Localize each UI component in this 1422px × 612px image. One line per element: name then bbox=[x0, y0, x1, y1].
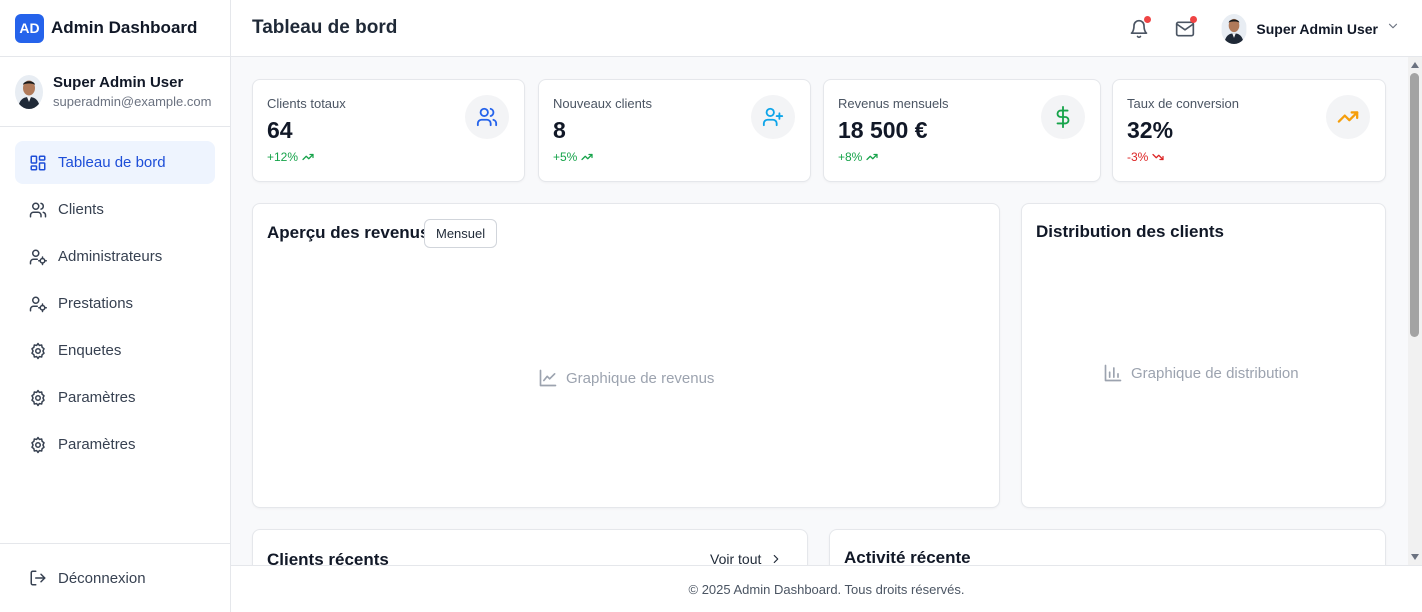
sidebar-item-clients[interactable]: Clients bbox=[15, 188, 215, 231]
top-header: Tableau de bord Super Admin User bbox=[231, 0, 1422, 57]
stat-card-revenue: Revenus mensuels 18 500 € +8% bbox=[823, 79, 1101, 182]
stat-card-new-clients: Nouveaux clients 8 +5% bbox=[538, 79, 811, 182]
mail-icon[interactable] bbox=[1175, 15, 1198, 39]
main-content: Clients totaux 64 +12% Nouveaux clients … bbox=[231, 57, 1408, 565]
stat-label: Nouveaux clients bbox=[553, 96, 652, 111]
header-user-name: Super Admin User bbox=[1256, 20, 1378, 37]
bell-icon[interactable] bbox=[1129, 15, 1152, 39]
gear-icon bbox=[29, 342, 47, 360]
logout-button[interactable]: Déconnexion bbox=[0, 543, 230, 612]
stat-trend: +8% bbox=[838, 150, 878, 164]
user-plus-icon bbox=[751, 95, 795, 139]
brand-logo: AD bbox=[15, 13, 44, 43]
recent-clients-card: Clients récents Voir tout bbox=[252, 529, 808, 565]
stat-value: 8 bbox=[553, 117, 566, 143]
trending-up-icon bbox=[1326, 95, 1370, 139]
profile-name: Super Admin User bbox=[53, 74, 184, 91]
stat-label: Taux de conversion bbox=[1127, 96, 1240, 111]
sidebar-item-label: Clients bbox=[58, 201, 104, 218]
user-cog-icon bbox=[29, 295, 47, 313]
stat-trend: -3% bbox=[1127, 150, 1164, 164]
notification-badge bbox=[1144, 15, 1152, 23]
stat-trend: +12% bbox=[267, 150, 314, 164]
trending-up-icon bbox=[581, 153, 593, 161]
brand-name: Admin Dashboard bbox=[51, 18, 198, 37]
main-scrollbar[interactable] bbox=[1408, 57, 1422, 565]
bar-chart-icon bbox=[1104, 364, 1122, 382]
sidebar-profile: Super Admin User superadmin@example.com bbox=[0, 57, 230, 127]
sidebar-item-parametres-2[interactable]: Paramètres bbox=[15, 423, 215, 466]
sidebar-item-parametres[interactable]: Paramètres bbox=[15, 376, 215, 419]
stat-label: Clients totaux bbox=[267, 96, 346, 111]
trending-down-icon bbox=[1152, 153, 1164, 161]
stat-value: 64 bbox=[267, 117, 293, 143]
stat-value: 32% bbox=[1127, 117, 1174, 143]
message-badge bbox=[1190, 15, 1198, 23]
distribution-chart-placeholder: Graphique de distribution bbox=[1103, 363, 1299, 383]
trending-up-icon bbox=[302, 153, 314, 161]
avatar bbox=[1221, 13, 1247, 44]
gear-icon bbox=[29, 436, 47, 454]
card-title: Distribution des clients bbox=[1036, 222, 1224, 241]
avatar bbox=[15, 74, 43, 109]
sidebar-item-administrateurs[interactable]: Administrateurs bbox=[15, 235, 215, 278]
stat-value: 18 500 € bbox=[838, 117, 928, 143]
sidebar-item-label: Paramètres bbox=[58, 436, 136, 453]
scroll-up-arrow[interactable] bbox=[1411, 62, 1419, 68]
logout-label: Déconnexion bbox=[58, 569, 146, 587]
footer: © 2025 Admin Dashboard. Tous droits rése… bbox=[231, 565, 1422, 612]
logout-icon bbox=[29, 569, 47, 587]
sidebar-item-prestations[interactable]: Prestations bbox=[15, 282, 215, 325]
chevron-right-icon bbox=[774, 554, 779, 564]
dollar-icon bbox=[1041, 95, 1085, 139]
sidebar-item-dashboard[interactable]: Tableau de bord bbox=[15, 141, 215, 184]
sidebar-item-label: Administrateurs bbox=[58, 248, 163, 265]
sidebar-item-label: Enquetes bbox=[58, 342, 122, 359]
stat-trend: +5% bbox=[553, 150, 593, 164]
trending-up-icon bbox=[866, 153, 878, 161]
view-all-link[interactable]: Voir tout bbox=[710, 551, 783, 565]
line-chart-icon bbox=[539, 369, 557, 387]
period-select-button[interactable]: Mensuel bbox=[424, 219, 498, 248]
sidebar-item-label: Paramètres bbox=[58, 389, 136, 406]
user-menu[interactable]: Super Admin User bbox=[1221, 13, 1400, 44]
stat-label: Revenus mensuels bbox=[838, 96, 949, 111]
user-cog-icon bbox=[29, 248, 47, 266]
sidebar-item-label: Tableau de bord bbox=[58, 154, 166, 171]
recent-activity-card: Activité récente bbox=[829, 529, 1386, 565]
card-title: Clients récents bbox=[267, 550, 389, 565]
card-title: Activité récente bbox=[844, 548, 971, 565]
gear-icon bbox=[29, 389, 47, 407]
card-title: Aperçu des revenus bbox=[267, 223, 430, 242]
sidebar: AD Admin Dashboard Super Admin User supe… bbox=[0, 0, 231, 612]
profile-email: superadmin@example.com bbox=[53, 94, 212, 109]
scroll-thumb[interactable] bbox=[1410, 73, 1419, 337]
stat-card-clients: Clients totaux 64 +12% bbox=[252, 79, 525, 182]
scroll-down-arrow[interactable] bbox=[1411, 554, 1419, 560]
client-distribution-card: Distribution des clients Graphique de di… bbox=[1021, 203, 1386, 508]
users-icon bbox=[465, 95, 509, 139]
sidebar-item-enquetes[interactable]: Enquetes bbox=[15, 329, 215, 372]
sidebar-item-label: Prestations bbox=[58, 295, 134, 312]
users-icon bbox=[29, 201, 47, 219]
dashboard-icon bbox=[29, 154, 47, 172]
revenue-chart-placeholder: Graphique de revenus bbox=[538, 368, 714, 388]
sidebar-nav: Tableau de bord Clients Administrateurs … bbox=[0, 127, 230, 466]
revenue-overview-card: Aperçu des revenus Mensuel Graphique de … bbox=[252, 203, 1000, 508]
footer-text: © 2025 Admin Dashboard. Tous droits rése… bbox=[688, 581, 965, 597]
stat-card-conversion: Taux de conversion 32% -3% bbox=[1112, 79, 1386, 182]
page-title: Tableau de bord bbox=[252, 17, 398, 38]
chevron-down-icon bbox=[1386, 19, 1400, 38]
brand[interactable]: AD Admin Dashboard bbox=[0, 0, 230, 57]
